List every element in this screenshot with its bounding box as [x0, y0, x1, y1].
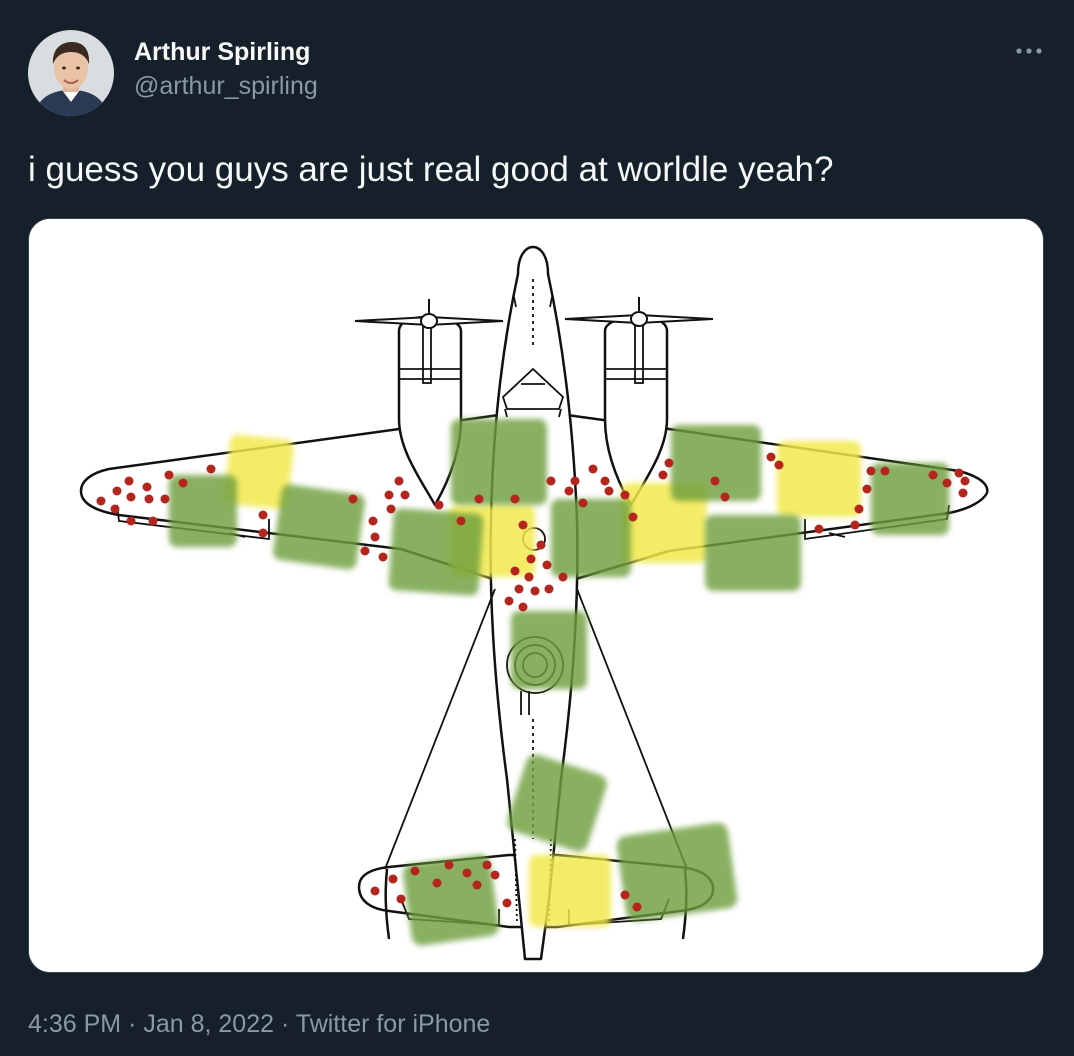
more-horizontal-icon: [1016, 48, 1042, 54]
author-info: Arthur Spirling @arthur_spirling: [134, 36, 318, 102]
tweet-metadata: 4:36 PM · Jan 8, 2022 · Twitter for iPho…: [28, 1006, 490, 1042]
tweet-source[interactable]: Twitter for iPhone: [296, 1010, 491, 1038]
avatar-image: [28, 30, 114, 116]
meta-separator: ·: [128, 1010, 137, 1038]
author-display-name[interactable]: Arthur Spirling: [134, 36, 318, 68]
bomber-damage-diagram: [29, 219, 1043, 972]
tweet-date[interactable]: Jan 8, 2022: [143, 1010, 274, 1038]
more-options-button[interactable]: [1014, 36, 1044, 66]
author-avatar[interactable]: [28, 30, 114, 116]
meta-separator: ·: [280, 1010, 290, 1038]
author-handle[interactable]: @arthur_spirling: [134, 70, 318, 102]
tweet-time[interactable]: 4:36 PM: [28, 1010, 121, 1038]
tweet-text: i guess you guys are just real good at w…: [28, 150, 834, 189]
tweet-media-image[interactable]: [28, 218, 1044, 973]
